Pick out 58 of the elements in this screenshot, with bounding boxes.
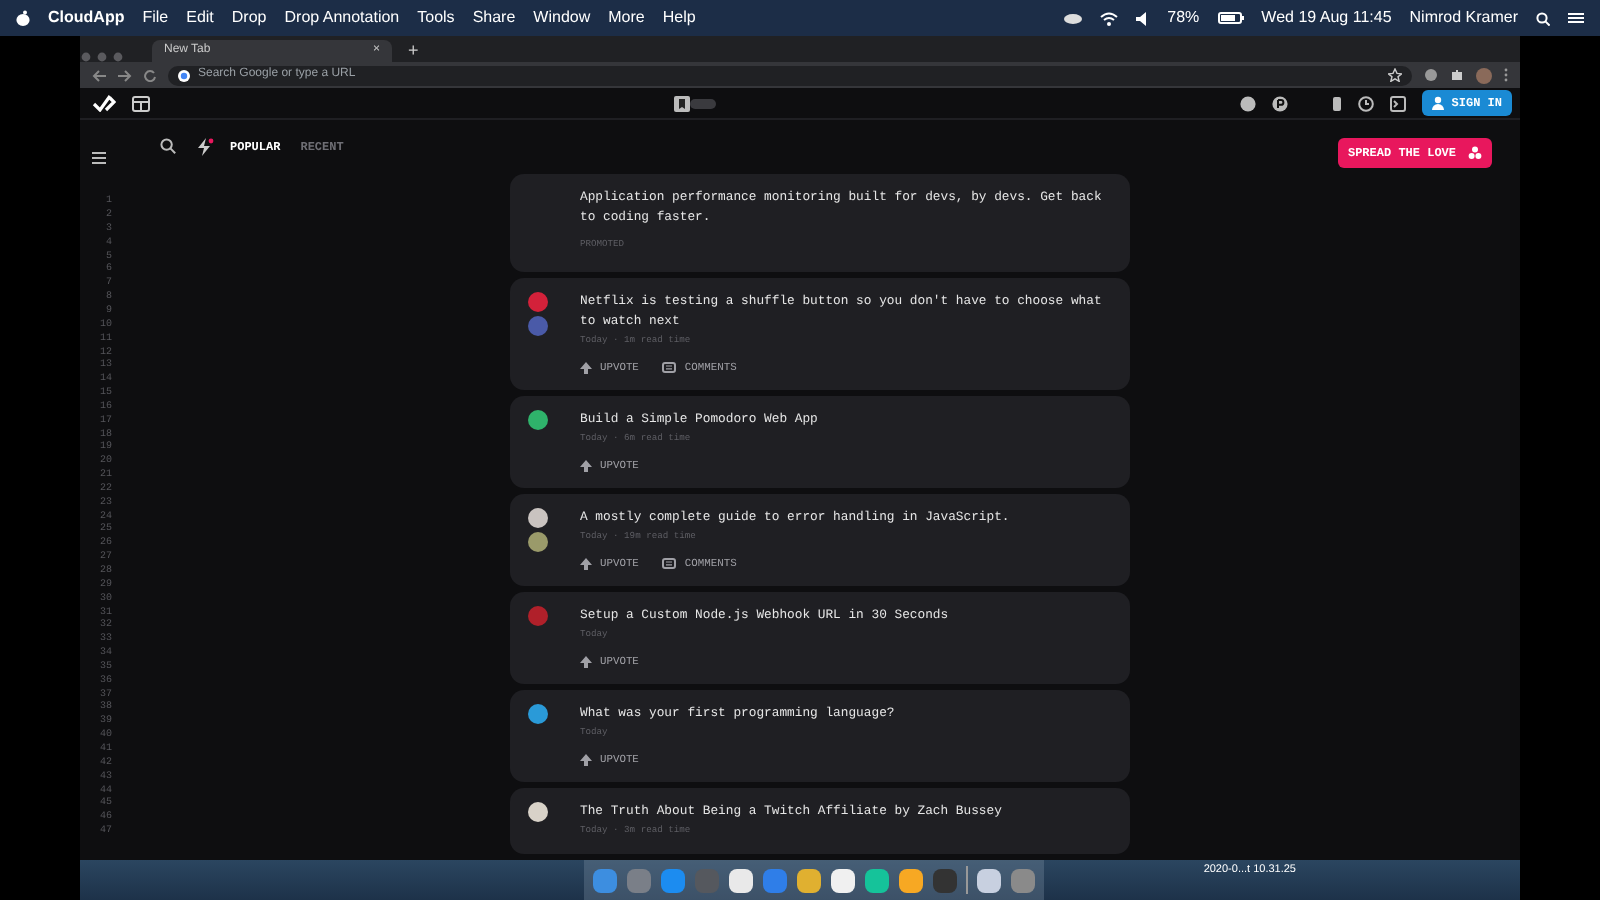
menu-item[interactable]: Tools: [417, 6, 455, 30]
people-icon: [1468, 146, 1482, 161]
app-icon[interactable]: [976, 867, 1002, 893]
menu-icon[interactable]: [92, 152, 106, 165]
source-logo-icon: [528, 606, 548, 627]
app-icon[interactable]: [796, 867, 822, 893]
app-icon[interactable]: [898, 867, 924, 893]
speaker-icon[interactable]: [1135, 11, 1150, 25]
product-hunt-icon[interactable]: [1271, 95, 1288, 112]
clock[interactable]: Wed 19 Aug 11:45: [1261, 6, 1392, 30]
user-name[interactable]: Nimrod Kramer: [1409, 6, 1518, 30]
menu-item[interactable]: More: [608, 6, 645, 30]
search-icon[interactable]: [160, 138, 176, 155]
source-logo-icon: [528, 316, 548, 337]
app-name[interactable]: CloudApp: [48, 6, 125, 30]
layout-icon[interactable]: [132, 95, 150, 112]
forward-arrow-icon[interactable]: [118, 69, 132, 81]
star-icon[interactable]: [1388, 68, 1402, 82]
phone-icon[interactable]: [1331, 95, 1342, 112]
back-arrow-icon[interactable]: [92, 69, 106, 81]
person-icon: [1431, 96, 1444, 111]
reload-icon[interactable]: [144, 69, 156, 81]
menu-item[interactable]: Share: [472, 6, 516, 30]
bookmark-toggle-icon[interactable]: [673, 95, 716, 112]
menu-item[interactable]: File: [142, 6, 169, 30]
terminal-icon[interactable]: [1389, 95, 1406, 112]
arrow-up-icon: [580, 656, 592, 669]
source-logo-icon: [528, 802, 548, 823]
app-icon[interactable]: [830, 867, 856, 893]
new-tab-button[interactable]: +: [408, 38, 419, 62]
source-logo-icon: [528, 292, 548, 313]
source-logo-icon: [528, 532, 548, 553]
battery-icon[interactable]: [1217, 12, 1244, 24]
arrow-up-icon: [580, 460, 592, 473]
arrow-up-icon: [580, 558, 592, 571]
source-logo-icon: [528, 704, 548, 725]
menu-item[interactable]: Drop: [231, 6, 267, 30]
battery-percent: 78%: [1167, 6, 1200, 30]
menu-item[interactable]: Help: [662, 6, 696, 30]
arrow-up-icon: [580, 754, 592, 767]
comment-icon: [662, 362, 677, 375]
wifi-icon[interactable]: [1099, 11, 1118, 25]
app-icon[interactable]: [728, 867, 754, 893]
source-logo-icon: [528, 508, 548, 529]
avatar-icon[interactable]: [1476, 67, 1492, 83]
menu-item[interactable]: Edit: [186, 6, 214, 30]
clock-icon[interactable]: [1357, 95, 1374, 112]
lightning-icon: [196, 138, 214, 157]
comment-icon: [662, 558, 677, 571]
google-icon: [178, 69, 190, 81]
arrow-up-icon: [580, 362, 592, 375]
list-icon[interactable]: [1568, 12, 1584, 24]
cloud-icon[interactable]: [1063, 12, 1082, 24]
source-logo-icon: [528, 410, 548, 431]
logo-icon[interactable]: [92, 94, 116, 113]
menu-item[interactable]: Window: [533, 6, 591, 30]
app-icon[interactable]: [864, 867, 890, 893]
menu-item[interactable]: Drop Annotation: [284, 6, 400, 30]
